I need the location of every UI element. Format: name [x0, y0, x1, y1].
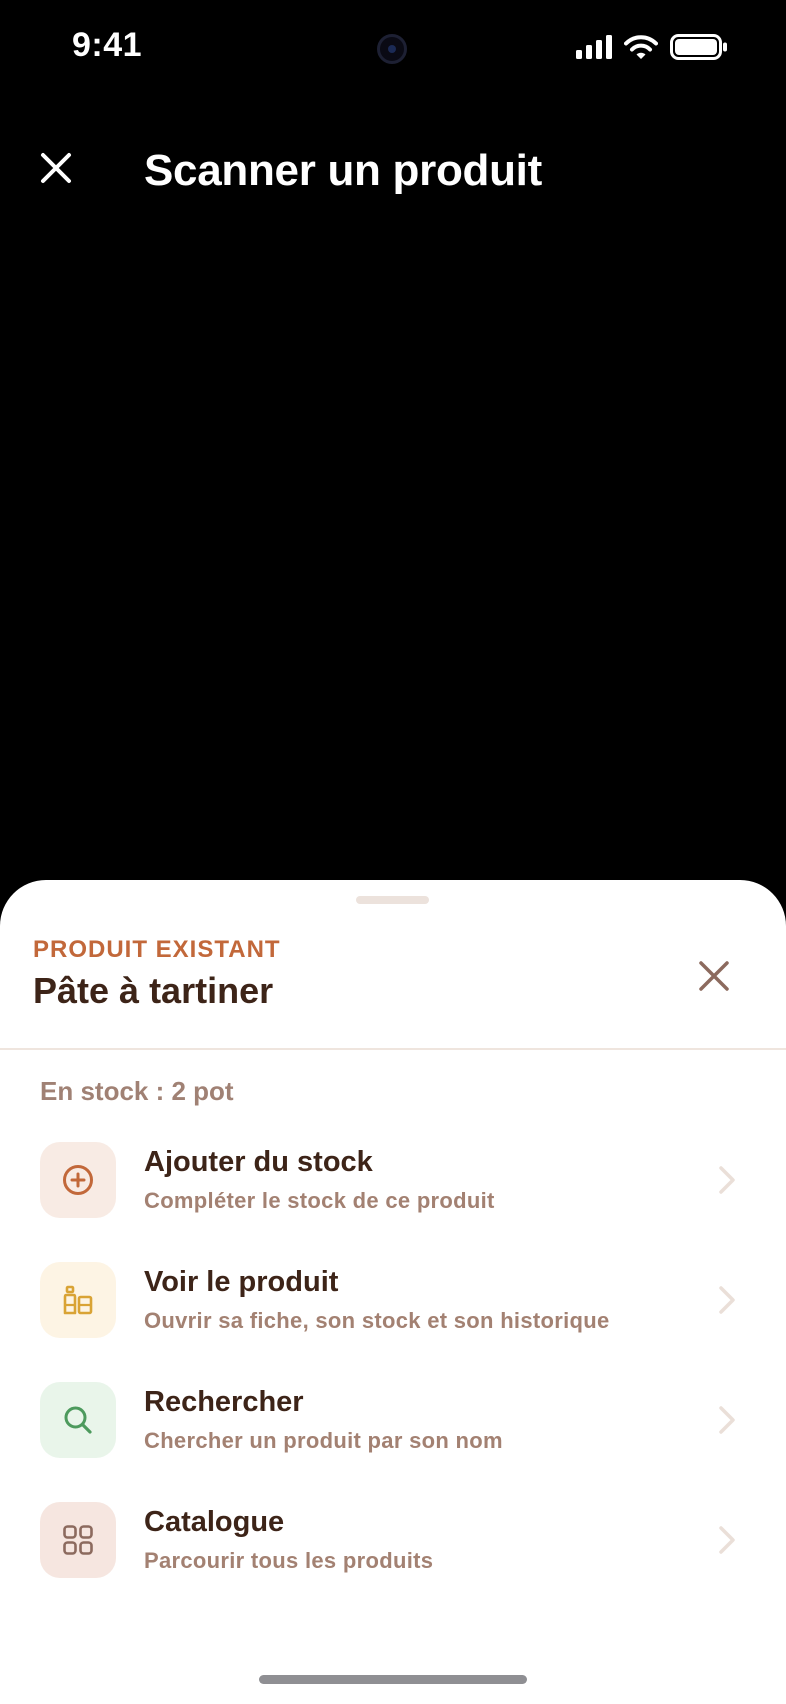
- action-title: Ajouter du stock: [144, 1146, 373, 1178]
- action-subtitle: Ouvrir sa fiche, son stock et son histor…: [144, 1308, 610, 1333]
- sheet-eyebrow: PRODUIT EXISTANT: [33, 936, 281, 963]
- action-title: Rechercher: [144, 1386, 304, 1418]
- close-button[interactable]: [30, 144, 82, 196]
- status-bar: 9:41: [0, 0, 786, 96]
- catalogue-action[interactable]: Catalogue Parcourir tous les produits: [0, 1502, 786, 1622]
- action-list: Ajouter du stock Compléter le stock de c…: [0, 1142, 786, 1622]
- cellular-signal-icon: [576, 35, 612, 64]
- sheet-grabber[interactable]: [356, 896, 429, 904]
- grid-icon: [40, 1502, 116, 1578]
- header: Scanner un produit: [0, 120, 786, 230]
- status-icons: [576, 34, 728, 65]
- chevron-right-icon: [712, 1282, 742, 1318]
- chevron-right-icon: [712, 1402, 742, 1438]
- stock-status: En stock : 2 pot: [40, 1076, 234, 1106]
- action-title: Voir le produit: [144, 1266, 339, 1298]
- sheet-close-button[interactable]: [690, 954, 738, 1002]
- chevron-right-icon: [712, 1162, 742, 1198]
- view-product-action[interactable]: Voir le produit Ouvrir sa fiche, son sto…: [0, 1262, 786, 1382]
- add-circle-icon: [40, 1142, 116, 1218]
- action-subtitle: Chercher un produit par son nom: [144, 1428, 503, 1453]
- home-indicator[interactable]: [259, 1675, 527, 1684]
- front-camera-icon: [377, 34, 407, 64]
- action-subtitle: Parcourir tous les produits: [144, 1548, 434, 1573]
- close-icon: [697, 959, 731, 998]
- search-icon: [40, 1382, 116, 1458]
- add-stock-action[interactable]: Ajouter du stock Compléter le stock de c…: [0, 1142, 786, 1262]
- action-subtitle: Compléter le stock de ce produit: [144, 1188, 495, 1213]
- page-title: Scanner un produit: [144, 146, 542, 195]
- product-bottom-sheet: PRODUIT EXISTANT Pâte à tartiner En stoc…: [0, 880, 786, 1704]
- wifi-icon: [624, 35, 658, 64]
- search-action[interactable]: Rechercher Chercher un produit par son n…: [0, 1382, 786, 1502]
- battery-icon: [670, 34, 728, 65]
- close-icon: [39, 151, 73, 190]
- sheet-divider: [0, 1048, 786, 1050]
- action-title: Catalogue: [144, 1506, 285, 1538]
- chevron-right-icon: [712, 1522, 742, 1558]
- product-name: Pâte à tartiner: [33, 970, 274, 1011]
- jars-icon: [40, 1262, 116, 1338]
- status-time: 9:41: [72, 26, 143, 64]
- camera-preview: [0, 230, 786, 880]
